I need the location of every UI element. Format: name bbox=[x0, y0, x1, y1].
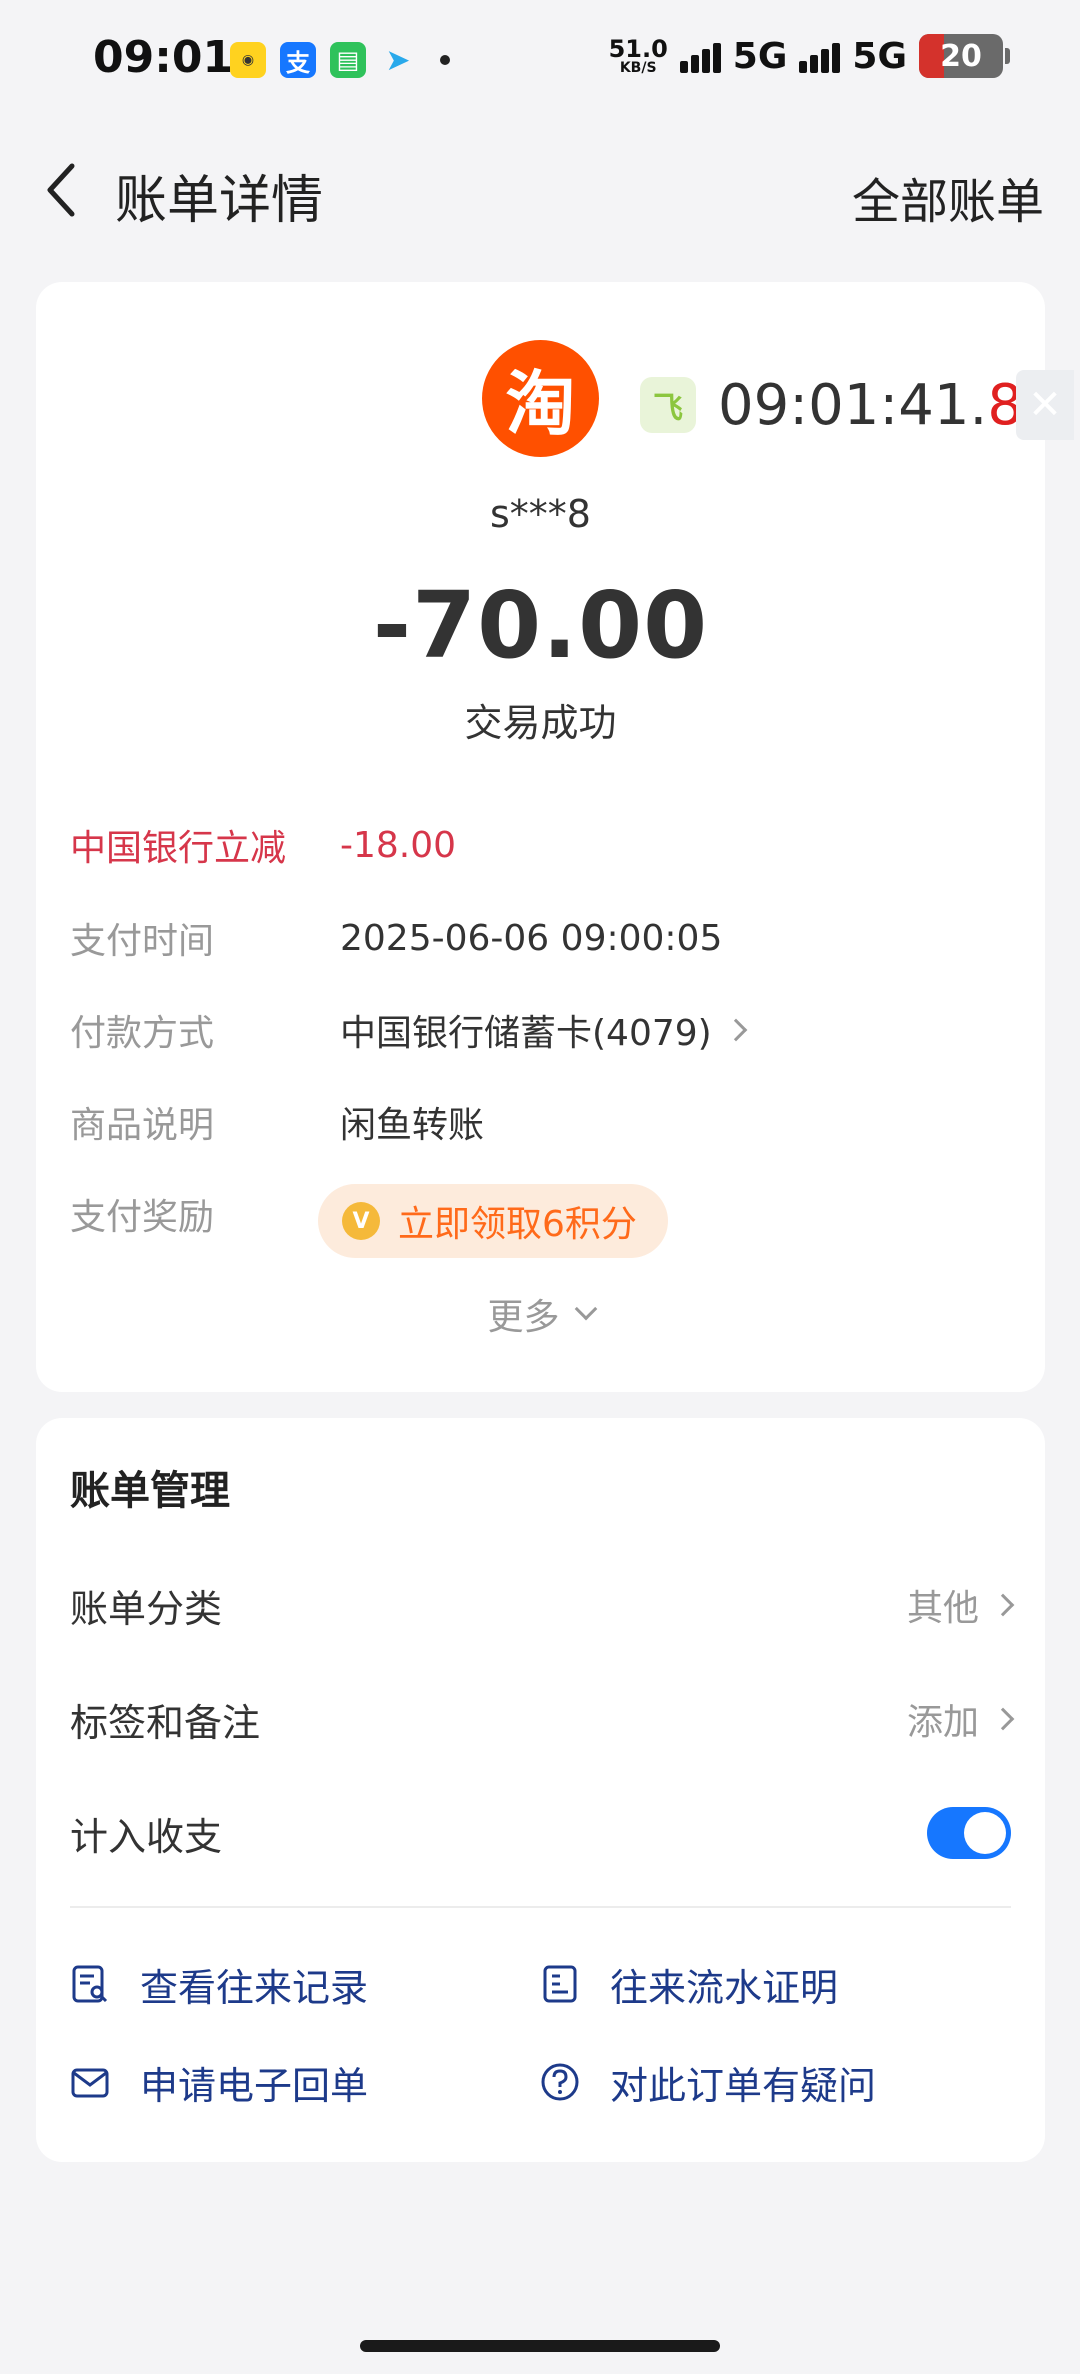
include-in-stats-row: 计入收支 bbox=[70, 1798, 1011, 1868]
include-in-stats-toggle[interactable] bbox=[927, 1807, 1011, 1859]
battery-icon: 20 bbox=[919, 34, 1003, 78]
telegram-notification-icon: ➤ bbox=[385, 42, 411, 78]
net-speed-unit: KB/S bbox=[619, 60, 657, 76]
timer-app-icon: 飞 bbox=[640, 377, 696, 433]
signal-icon bbox=[799, 39, 841, 73]
more-button[interactable]: 更多 bbox=[36, 1288, 1045, 1340]
chevron-right-icon bbox=[724, 1018, 748, 1042]
bill-category-label: 账单分类 bbox=[70, 1586, 223, 1631]
pay-method-row[interactable]: 付款方式 中国银行储蓄卡(4079) bbox=[70, 1000, 1011, 1060]
bill-category-value: 其他 bbox=[906, 1588, 979, 1629]
description-row: 商品说明 闲鱼转账 bbox=[70, 1092, 1011, 1152]
coin-icon: V bbox=[342, 1202, 380, 1240]
discount-row: 中国银行立减 -18.00 bbox=[70, 815, 1011, 875]
order-question-link[interactable]: 对此订单有疑问 bbox=[540, 2052, 876, 2112]
e-receipt-link[interactable]: 申请电子回单 bbox=[70, 2052, 368, 2112]
nav-bar: 账单详情 全部账单 bbox=[0, 140, 1080, 240]
status-app-icons: ◉ 支 ▤ ➤ bbox=[230, 42, 450, 78]
status-bar: 09:01 ◉ 支 ▤ ➤ 51.0 KB/S 5G 5G 20 bbox=[0, 0, 1080, 120]
claim-points-button[interactable]: V 立即领取6积分 bbox=[318, 1184, 668, 1258]
transaction-status: 交易成功 bbox=[464, 701, 617, 745]
floating-timer-widget[interactable]: 飞 09:01:41.8 ✕ bbox=[640, 350, 1074, 460]
view-records-link[interactable]: 查看往来记录 bbox=[70, 1954, 368, 2014]
document-icon bbox=[540, 1964, 580, 2004]
tags-notes-label: 标签和备注 bbox=[70, 1700, 261, 1745]
records-search-icon bbox=[70, 1964, 110, 2004]
merchant-logo: 淘 bbox=[482, 340, 599, 457]
battery-level: 20 bbox=[940, 38, 982, 74]
timer-display: 09:01:41.8 bbox=[718, 373, 1023, 438]
status-indicators: 51.0 KB/S 5G 5G 20 bbox=[609, 34, 1010, 78]
e-receipt-label: 申请电子回单 bbox=[140, 2063, 369, 2108]
view-records-label: 查看往来记录 bbox=[140, 1965, 369, 2010]
alipay-notification-icon: 支 bbox=[280, 42, 316, 78]
pay-method-label: 付款方式 bbox=[70, 1013, 215, 1054]
pay-time-label: 支付时间 bbox=[70, 921, 215, 962]
order-question-label: 对此订单有疑问 bbox=[610, 2063, 877, 2108]
chevron-down-icon bbox=[574, 1297, 597, 1321]
chevron-right-icon bbox=[991, 1707, 1015, 1731]
network-type-1: 5G bbox=[732, 35, 788, 77]
page-title: 账单详情 bbox=[115, 171, 324, 231]
pay-time-value: 2025-06-06 09:00:05 bbox=[340, 917, 723, 959]
flow-proof-label: 往来流水证明 bbox=[610, 1965, 839, 2010]
divider bbox=[70, 1906, 1011, 1908]
all-bills-link[interactable]: 全部账单 bbox=[852, 162, 1044, 232]
more-notifications-dot bbox=[440, 55, 450, 65]
signal-icon bbox=[679, 39, 721, 73]
home-indicator[interactable] bbox=[360, 2340, 720, 2352]
tags-notes-row[interactable]: 标签和备注 添加 bbox=[70, 1684, 1015, 1754]
claim-points-label: 立即领取6积分 bbox=[398, 1204, 637, 1245]
transaction-amount: -70.00 bbox=[372, 572, 709, 679]
status-time: 09:01 bbox=[93, 32, 234, 83]
close-icon[interactable]: ✕ bbox=[1016, 370, 1074, 440]
notification-app-icon: ◉ bbox=[230, 42, 266, 78]
net-speed: 51.0 KB/S bbox=[609, 37, 668, 75]
section-title: 账单管理 bbox=[70, 1468, 230, 1514]
merchant-name: s***8 bbox=[490, 492, 591, 536]
bill-management-card: 账单管理 账单分类 其他 标签和备注 添加 计入收支 查看往来记录 往来流水证明 bbox=[36, 1418, 1045, 2162]
discount-value: -18.00 bbox=[340, 824, 457, 866]
tags-notes-value: 添加 bbox=[906, 1702, 979, 1743]
net-speed-value: 51.0 bbox=[608, 35, 668, 63]
more-label: 更多 bbox=[487, 1297, 560, 1338]
timer-main: 09:01:41. bbox=[718, 372, 988, 438]
chevron-right-icon bbox=[991, 1593, 1015, 1617]
message-notification-icon: ▤ bbox=[330, 42, 366, 78]
network-type-2: 5G bbox=[852, 35, 907, 77]
pay-method-value: 中国银行储蓄卡(4079) bbox=[340, 1013, 712, 1054]
chevron-left-icon bbox=[47, 163, 75, 217]
pay-time-row: 支付时间 2025-06-06 09:00:05 bbox=[70, 908, 1011, 968]
reward-label: 支付奖励 bbox=[70, 1197, 215, 1238]
include-in-stats-label: 计入收支 bbox=[70, 1814, 223, 1859]
back-button[interactable] bbox=[32, 160, 92, 220]
flow-proof-link[interactable]: 往来流水证明 bbox=[540, 1954, 838, 2014]
description-value: 闲鱼转账 bbox=[340, 1105, 485, 1146]
bill-category-row[interactable]: 账单分类 其他 bbox=[70, 1570, 1015, 1640]
description-label: 商品说明 bbox=[70, 1105, 215, 1146]
mail-icon bbox=[70, 2062, 110, 2102]
discount-label: 中国银行立减 bbox=[70, 828, 287, 869]
question-icon bbox=[540, 2062, 580, 2102]
